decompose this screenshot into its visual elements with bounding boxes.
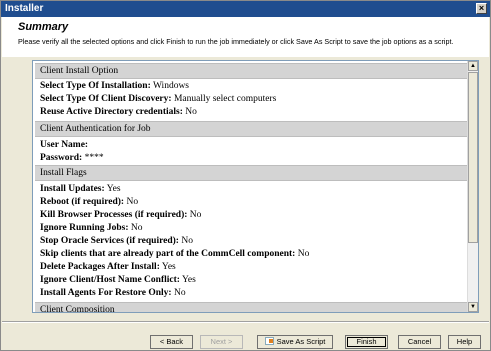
row-reboot: Reboot (if required): No: [40, 197, 138, 207]
next-button[interactable]: Next >: [200, 335, 243, 349]
window-title: Installer: [5, 3, 44, 14]
row-key: Kill Browser Processes (if required):: [40, 210, 188, 220]
scroll-down-button[interactable]: ▼: [468, 302, 478, 312]
row-value: No: [130, 223, 143, 233]
row-password: Password: ****: [40, 153, 104, 163]
row-delete-packages: Delete Packages After Install: Yes: [40, 262, 176, 272]
row-value: Yes: [161, 262, 176, 272]
summary-list[interactable]: Client Install Option Select Type Of Ins…: [32, 60, 479, 313]
row-key: Stop Oracle Services (if required):: [40, 236, 179, 246]
row-value: Yes: [181, 275, 196, 285]
row-type-of-installation: Select Type Of Installation: Windows: [40, 81, 189, 91]
row-value: Windows: [152, 81, 190, 91]
row-value: No: [126, 197, 139, 207]
scroll-thumb[interactable]: [468, 72, 478, 243]
row-key: Install Agents For Restore Only:: [40, 288, 172, 298]
close-button[interactable]: ×: [476, 3, 487, 14]
row-install-updates: Install Updates: Yes: [40, 184, 121, 194]
row-value: No: [173, 288, 186, 298]
section-client-install-option: Client Install Option: [35, 63, 469, 79]
row-value: No: [297, 249, 310, 259]
row-value: ****: [84, 153, 104, 163]
row-ignore-conflict: Ignore Client/Host Name Conflict: Yes: [40, 275, 196, 285]
help-button[interactable]: Help: [448, 335, 481, 349]
save-as-script-button[interactable]: Save As Script: [257, 335, 333, 349]
row-key: Install Updates:: [40, 184, 105, 194]
row-key: Ignore Running Jobs:: [40, 223, 129, 233]
row-skip-clients: Skip clients that are already part of th…: [40, 249, 309, 259]
row-kill-browser: Kill Browser Processes (if required): No: [40, 210, 201, 220]
row-value: Yes: [106, 184, 121, 194]
row-key: Delete Packages After Install:: [40, 262, 160, 272]
row-type-of-discovery: Select Type Of Client Discovery: Manuall…: [40, 94, 276, 104]
section-client-authentication: Client Authentication for Job: [35, 121, 469, 137]
row-value: No: [189, 210, 202, 220]
instructions-text: Please verify all the selected options a…: [18, 37, 454, 46]
row-key: User Name:: [40, 140, 89, 150]
row-key: Reboot (if required):: [40, 197, 125, 207]
page-title: Summary: [18, 21, 69, 33]
row-ignore-running: Ignore Running Jobs: No: [40, 223, 143, 233]
script-icon: [264, 337, 274, 346]
back-button[interactable]: < Back: [150, 335, 193, 349]
row-key: Select Type Of Installation:: [40, 81, 151, 91]
row-stop-oracle: Stop Oracle Services (if required): No: [40, 236, 193, 246]
scroll-up-button[interactable]: ▲: [468, 61, 478, 71]
row-reuse-ad: Reuse Active Directory credentials: No: [40, 107, 197, 117]
row-value: Manually select computers: [173, 94, 277, 104]
title-bar: Installer ×: [1, 1, 490, 17]
row-value: No: [185, 107, 197, 117]
save-as-script-label: Save As Script: [276, 337, 326, 346]
row-key: Ignore Client/Host Name Conflict:: [40, 275, 180, 285]
row-value: No: [181, 236, 193, 246]
row-install-agents: Install Agents For Restore Only: No: [40, 288, 186, 298]
vertical-scrollbar[interactable]: ▲ ▼: [467, 61, 478, 312]
cancel-button[interactable]: Cancel: [398, 335, 441, 349]
finish-button[interactable]: Finish: [345, 335, 388, 349]
footer-separator: [2, 321, 489, 323]
installer-window: Installer × Summary Please verify all th…: [0, 0, 491, 351]
row-key: Password:: [40, 153, 83, 163]
section-install-flags: Install Flags: [35, 165, 469, 181]
row-key: Select Type Of Client Discovery:: [40, 94, 172, 104]
row-key: Reuse Active Directory credentials:: [40, 107, 183, 117]
row-user-name: User Name:: [40, 140, 88, 150]
section-client-composition: Client Composition: [35, 302, 469, 312]
row-key: Skip clients that are already part of th…: [40, 249, 296, 259]
